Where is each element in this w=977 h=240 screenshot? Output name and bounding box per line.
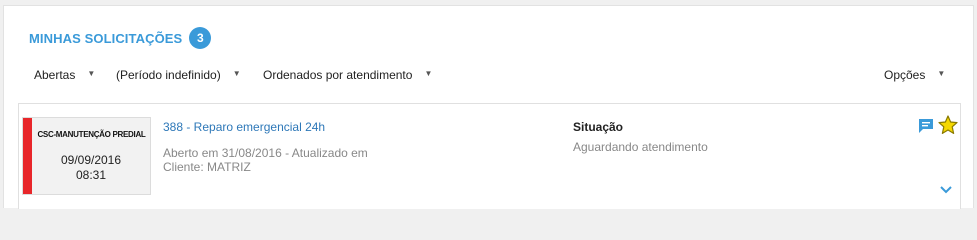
status-label: Situação xyxy=(573,120,624,134)
priority-bar xyxy=(23,118,32,194)
caret-down-icon: ▼ xyxy=(424,68,433,78)
request-card[interactable]: CSC-MANUTENÇÃO PREDIAL 09/09/2016 08:31 … xyxy=(18,103,961,209)
request-time: 08:31 xyxy=(75,168,107,182)
chevron-down-icon[interactable] xyxy=(939,185,953,195)
order-filter-dropdown[interactable]: Ordenados por atendimento ▼ xyxy=(263,67,432,83)
panel-header: MINHAS SOLICITAÇÕES 3 xyxy=(29,26,212,50)
options-label: Opções xyxy=(884,68,926,82)
caret-down-icon: ▼ xyxy=(232,68,241,78)
request-opened-info: Aberto em 31/08/2016 - Atualizado em xyxy=(163,146,368,160)
caret-down-icon: ▼ xyxy=(87,68,96,78)
comment-icon[interactable] xyxy=(918,118,934,134)
status-filter-dropdown[interactable]: Abertas ▼ xyxy=(34,67,95,83)
requests-panel: MINHAS SOLICITAÇÕES 3 Abertas ▼ (Período… xyxy=(3,5,974,209)
order-filter-label: Ordenados por atendimento xyxy=(263,68,413,82)
department-label: CSC-MANUTENÇÃO PREDIAL xyxy=(37,130,146,139)
request-date-box: CSC-MANUTENÇÃO PREDIAL 09/09/2016 08:31 xyxy=(22,117,151,195)
period-filter-label: (Período indefinido) xyxy=(116,68,221,82)
period-filter-dropdown[interactable]: (Período indefinido) ▼ xyxy=(116,67,241,83)
options-dropdown[interactable]: Opções ▼ xyxy=(884,67,945,83)
caret-down-icon: ▼ xyxy=(937,68,946,78)
request-date: 09/09/2016 xyxy=(60,153,122,167)
count-badge: 3 xyxy=(189,27,212,49)
status-value: Aguardando atendimento xyxy=(573,140,708,154)
page-title: MINHAS SOLICITAÇÕES xyxy=(29,30,183,46)
star-icon[interactable] xyxy=(938,115,958,135)
status-filter-label: Abertas xyxy=(34,68,76,82)
request-client: Cliente: MATRIZ xyxy=(163,160,251,174)
request-title-link[interactable]: 388 - Reparo emergencial 24h xyxy=(163,120,325,134)
